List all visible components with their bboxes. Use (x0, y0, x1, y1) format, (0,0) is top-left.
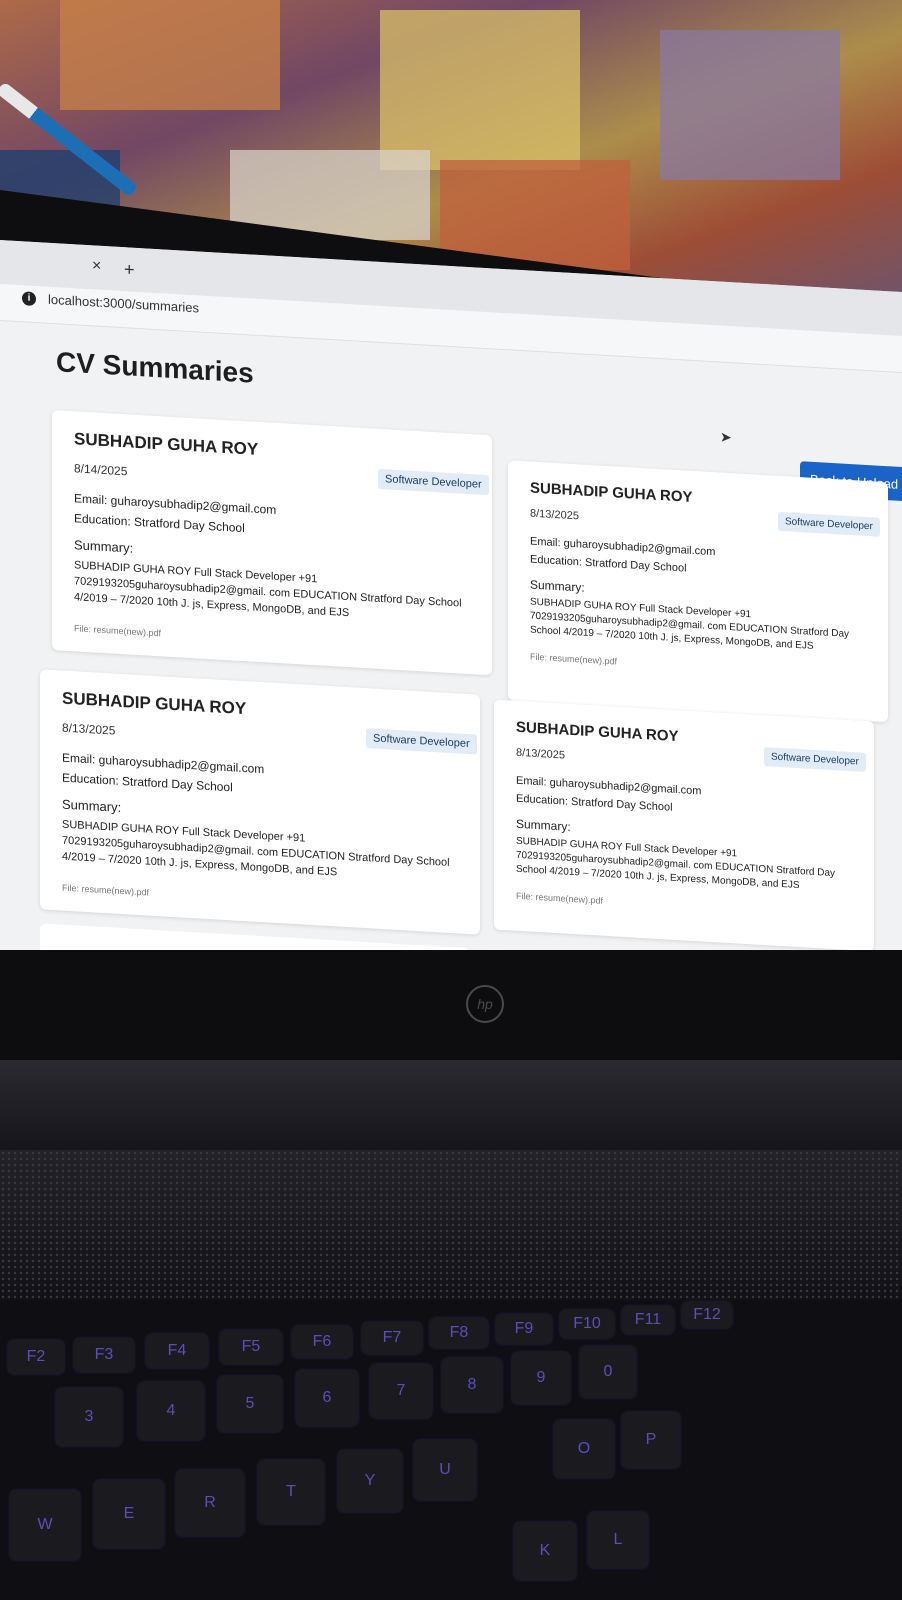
blanket-patch (380, 10, 580, 170)
summary-date: 8/13/2025 (530, 507, 579, 523)
blanket-patch (60, 0, 280, 110)
summary-text: SUBHADIP GUHA ROY Full Stack Developer +… (74, 559, 462, 620)
summary-text: SUBHADIP GUHA ROY Full Stack Developer +… (530, 596, 850, 652)
key-f9[interactable]: F9 (496, 1314, 552, 1344)
speaker-grille (0, 1150, 902, 1300)
key-9[interactable]: 9 (512, 1352, 570, 1404)
summary-date: 8/13/2025 (62, 720, 116, 738)
file-name: File: resume(new).pdf (62, 882, 150, 898)
key-3[interactable]: 3 (56, 1388, 122, 1446)
key-f2[interactable]: F2 (8, 1340, 64, 1374)
mouse-cursor-icon: ➤ (720, 428, 732, 446)
candidate-name: SUBHADIP GUHA ROY (516, 718, 679, 746)
candidate-name: SUBHADIP GUHA ROY (530, 479, 693, 506)
key-f11[interactable]: F11 (622, 1306, 674, 1334)
page-title: CV Summaries (56, 346, 254, 389)
summary-text: SUBHADIP GUHA ROY Full Stack Developer +… (62, 818, 450, 879)
file-name: File: resume(new).pdf (74, 623, 162, 639)
role-badge: Software Developer (764, 747, 866, 772)
summary-card: SUBHADIP GUHA ROY 8/13/2025 Software Dev… (508, 460, 888, 723)
site-info-icon[interactable]: i (22, 291, 36, 307)
key-f6[interactable]: F6 (292, 1326, 352, 1358)
summary-date: 8/13/2025 (516, 746, 565, 762)
key-w[interactable]: W (10, 1490, 80, 1560)
key-e[interactable]: E (94, 1480, 164, 1548)
candidate-name: SUBHADIP GUHA ROY (74, 429, 259, 459)
key-k[interactable]: K (514, 1522, 576, 1580)
screen-bezel-bottom (0, 950, 902, 1060)
role-badge: Software Developer (378, 468, 489, 496)
key-f5[interactable]: F5 (220, 1330, 282, 1364)
role-badge: Software Developer (778, 511, 880, 537)
education-line: Education: Stratford Day School (62, 770, 233, 795)
summary-heading: Summary: (530, 577, 585, 595)
url-text[interactable]: localhost:3000/summaries (48, 292, 199, 316)
key-f3[interactable]: F3 (74, 1338, 134, 1372)
key-f7[interactable]: F7 (362, 1322, 422, 1354)
blanket-patch (660, 30, 840, 180)
key-f10[interactable]: F10 (560, 1310, 614, 1338)
summary-card: SUBHADIP GUHA ROY 8/13/2025 Software Dev… (494, 699, 874, 952)
file-name: File: resume(new).pdf (516, 890, 604, 906)
summary-text: SUBHADIP GUHA ROY Full Stack Developer +… (516, 835, 836, 892)
key-y[interactable]: Y (338, 1450, 402, 1512)
key-p[interactable]: P (622, 1412, 680, 1468)
key-t[interactable]: T (258, 1460, 324, 1524)
education-line: Education: Stratford Day School (516, 792, 673, 814)
key-0[interactable]: 0 (580, 1346, 636, 1398)
key-f8[interactable]: F8 (430, 1318, 488, 1348)
key-8[interactable]: 8 (442, 1358, 502, 1412)
key-o[interactable]: O (554, 1420, 614, 1478)
summary-heading: Summary: (516, 816, 571, 834)
key-l[interactable]: L (588, 1512, 648, 1568)
tab-close-icon[interactable]: × (92, 257, 101, 276)
summary-card: SUBHADIP GUHA ROY 8/13/2025 Software Dev… (40, 669, 480, 935)
key-4[interactable]: 4 (138, 1382, 204, 1440)
education-line: Education: Stratford Day School (530, 553, 687, 575)
key-u[interactable]: U (414, 1440, 476, 1500)
key-r[interactable]: R (176, 1470, 244, 1536)
role-badge: Software Developer (366, 728, 477, 755)
hp-logo: hp (466, 985, 504, 1023)
laptop-screen: × + i localhost:3000/summaries CV Summar… (0, 240, 902, 1023)
key-7[interactable]: 7 (370, 1364, 432, 1418)
key-6[interactable]: 6 (296, 1370, 358, 1426)
key-f12[interactable]: F12 (682, 1302, 732, 1328)
new-tab-icon[interactable]: + (124, 259, 135, 281)
summary-date: 8/14/2025 (74, 461, 128, 479)
keyboard: F2 F3 F4 F5 F6 F7 F8 F9 F10 F11 F12 3 4 … (0, 1300, 902, 1600)
summary-card: SUBHADIP GUHA ROY 8/14/2025 Software Dev… (52, 409, 492, 676)
laptop-hinge (0, 1060, 902, 1150)
education-line: Education: Stratford Day School (74, 511, 245, 536)
file-name: File: resume(new).pdf (530, 651, 618, 667)
summary-heading: Summary: (62, 796, 122, 815)
summary-heading: Summary: (74, 537, 134, 556)
key-5[interactable]: 5 (218, 1376, 282, 1432)
candidate-name: SUBHADIP GUHA ROY (62, 688, 247, 719)
key-f4[interactable]: F4 (146, 1334, 208, 1368)
